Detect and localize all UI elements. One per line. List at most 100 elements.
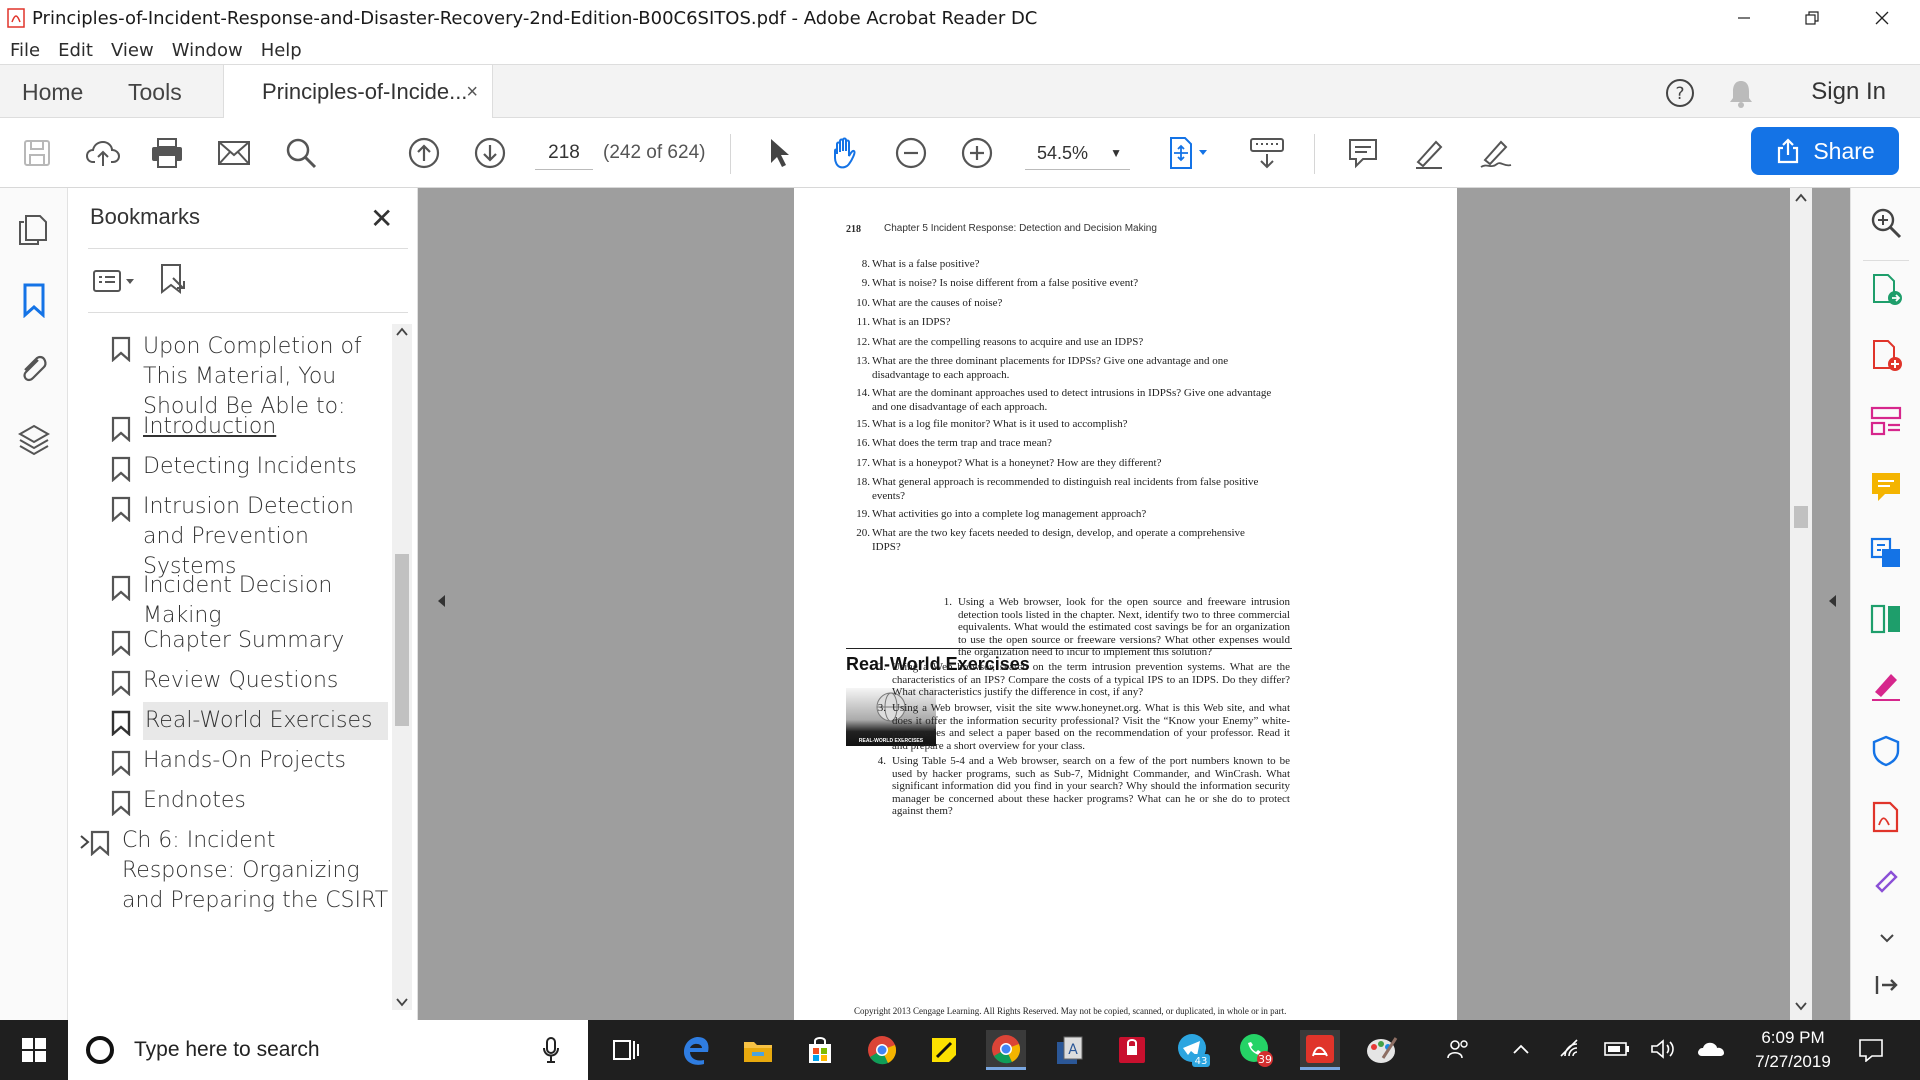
scrollbar-thumb[interactable] — [395, 554, 409, 726]
find-button[interactable] — [280, 132, 322, 174]
show-hidden-icons-chevron-icon[interactable] — [1512, 1042, 1530, 1056]
expand-right-panel-icon[interactable] — [1827, 594, 1837, 608]
tab-home[interactable]: Home — [22, 65, 83, 119]
start-button[interactable] — [0, 1020, 68, 1080]
taskbar-chrome-active[interactable] — [986, 1030, 1026, 1070]
menu-window[interactable]: Window — [172, 40, 243, 61]
bookmarks-panel-icon[interactable] — [16, 282, 52, 318]
bookmark-item[interactable]: Endnotes — [111, 786, 388, 816]
print-button[interactable] — [146, 132, 188, 174]
taskbar-mcafee[interactable] — [1112, 1030, 1152, 1070]
collapse-tools-pane-icon[interactable] — [1869, 968, 1903, 1002]
minimize-button[interactable] — [1712, 0, 1776, 36]
menu-view[interactable]: View — [111, 40, 154, 61]
bookmark-item[interactable]: Intrusion Detection and Prevention Syste… — [111, 492, 388, 582]
document-viewer[interactable]: 218 Chapter 5 Incident Response: Detecti… — [418, 188, 1850, 1020]
battery-icon[interactable] — [1604, 1040, 1630, 1058]
help-icon[interactable]: ? — [1664, 77, 1696, 109]
taskbar-whatsapp[interactable]: 39 — [1236, 1030, 1276, 1070]
task-view-button[interactable] — [606, 1030, 646, 1070]
taskbar-app-a[interactable]: A — [1050, 1030, 1090, 1070]
people-icon[interactable] — [1446, 1038, 1470, 1062]
protect-shield-icon[interactable] — [1869, 734, 1903, 768]
upload-cloud-button[interactable] — [82, 132, 124, 174]
bookmark-item[interactable]: Hands-On Projects — [111, 746, 388, 776]
bookmark-item[interactable]: Detecting Incidents — [111, 452, 388, 482]
comment-button[interactable] — [1342, 132, 1384, 174]
menu-file[interactable]: File — [10, 40, 40, 61]
system-clock[interactable]: 6:09 PM 7/27/2019 — [1738, 1026, 1848, 1074]
taskbar-search-box[interactable]: Type here to search — [68, 1020, 588, 1080]
taskbar-edge[interactable] — [676, 1030, 716, 1070]
scroll-up-icon[interactable] — [1795, 192, 1807, 204]
sign-button[interactable] — [1474, 132, 1516, 174]
bookmark-options-icon[interactable] — [92, 268, 140, 294]
highlight-button[interactable] — [1408, 132, 1450, 174]
email-button[interactable] — [213, 132, 255, 174]
taskbar-telegram[interactable]: 43 — [1174, 1030, 1214, 1070]
collapse-left-panel-icon[interactable] — [436, 594, 446, 608]
notifications-bell-icon[interactable] — [1726, 77, 1756, 109]
select-tool-button[interactable] — [758, 132, 800, 174]
taskbar-store[interactable] — [800, 1030, 840, 1070]
hand-tool-button[interactable] — [824, 132, 866, 174]
more-tools-chevron-down-icon[interactable] — [1879, 932, 1895, 944]
scroll-down-icon[interactable] — [396, 996, 408, 1008]
volume-icon[interactable] — [1650, 1038, 1676, 1060]
comment-tool-icon[interactable] — [1869, 470, 1903, 504]
bookmark-item-selected[interactable]: Real-World Exercises — [111, 702, 388, 740]
share-button[interactable]: Share — [1751, 127, 1899, 175]
scrollbar-thumb[interactable] — [1794, 506, 1808, 528]
bookmark-item[interactable]: Incident Decision Making — [111, 571, 388, 631]
previous-page-button[interactable] — [403, 132, 445, 174]
wifi-icon[interactable] — [1558, 1038, 1584, 1060]
onedrive-cloud-icon[interactable] — [1696, 1038, 1726, 1060]
page-fit-button[interactable] — [1162, 132, 1218, 174]
bookmark-item[interactable]: Introduction — [111, 412, 388, 442]
next-page-button[interactable] — [469, 132, 511, 174]
taskbar-sticky-notes[interactable] — [924, 1030, 964, 1070]
tab-document[interactable]: Principles-of-Incide... × — [223, 65, 493, 119]
bookmark-item[interactable]: Upon Completion of This Material, You Sh… — [111, 332, 388, 422]
export-pdf-red-icon[interactable] — [1869, 800, 1903, 834]
taskbar-acrobat-active[interactable] — [1300, 1030, 1340, 1070]
bookmark-item[interactable]: Ch 6: Incident Response: Organizing and … — [80, 826, 392, 916]
edit-pdf-icon[interactable] — [1869, 866, 1903, 900]
new-bookmark-icon[interactable] — [158, 262, 188, 296]
microphone-icon[interactable] — [542, 1036, 560, 1064]
page-number-input[interactable]: 218 — [535, 136, 593, 170]
attachments-icon[interactable] — [16, 352, 52, 388]
layers-icon[interactable] — [16, 422, 52, 458]
menu-edit[interactable]: Edit — [58, 40, 93, 61]
scroll-up-icon[interactable] — [396, 326, 408, 338]
export-pdf-icon[interactable] — [1869, 272, 1903, 306]
tab-tools[interactable]: Tools — [128, 65, 182, 119]
save-button[interactable] — [16, 132, 58, 174]
create-pdf-icon[interactable] — [1869, 338, 1903, 372]
zoom-search-icon[interactable] — [1869, 206, 1903, 240]
close-window-button[interactable] — [1850, 0, 1914, 36]
fill-and-sign-icon[interactable] — [1869, 668, 1903, 702]
taskbar-paint[interactable] — [1362, 1030, 1402, 1070]
document-scrollbar[interactable] — [1790, 188, 1812, 1020]
bookmarks-scrollbar[interactable] — [392, 324, 412, 1010]
zoom-in-button[interactable] — [956, 132, 998, 174]
taskbar-file-explorer[interactable] — [738, 1030, 778, 1070]
taskbar-chrome[interactable] — [862, 1030, 902, 1070]
combine-files-icon[interactable] — [1869, 536, 1903, 570]
page-thumbnails-icon[interactable] — [16, 212, 52, 248]
sign-in-link[interactable]: Sign In — [1811, 65, 1886, 119]
compare-files-icon[interactable] — [1869, 602, 1903, 636]
zoom-out-button[interactable] — [890, 132, 932, 174]
scrolling-mode-button[interactable] — [1246, 132, 1288, 174]
bookmark-item[interactable]: Review Questions — [111, 666, 388, 696]
close-bookmarks-icon[interactable]: ✕ — [370, 202, 393, 235]
action-center-notifications-icon[interactable] — [1858, 1038, 1884, 1062]
restore-button[interactable] — [1780, 0, 1844, 36]
zoom-level-select[interactable]: 54.5% ▼ — [1025, 136, 1130, 170]
organize-pages-icon[interactable] — [1869, 404, 1903, 438]
menu-help[interactable]: Help — [261, 40, 302, 61]
scroll-down-icon[interactable] — [1795, 1000, 1807, 1012]
bookmark-item[interactable]: Chapter Summary — [111, 626, 388, 656]
close-tab-icon[interactable]: × — [466, 65, 478, 119]
